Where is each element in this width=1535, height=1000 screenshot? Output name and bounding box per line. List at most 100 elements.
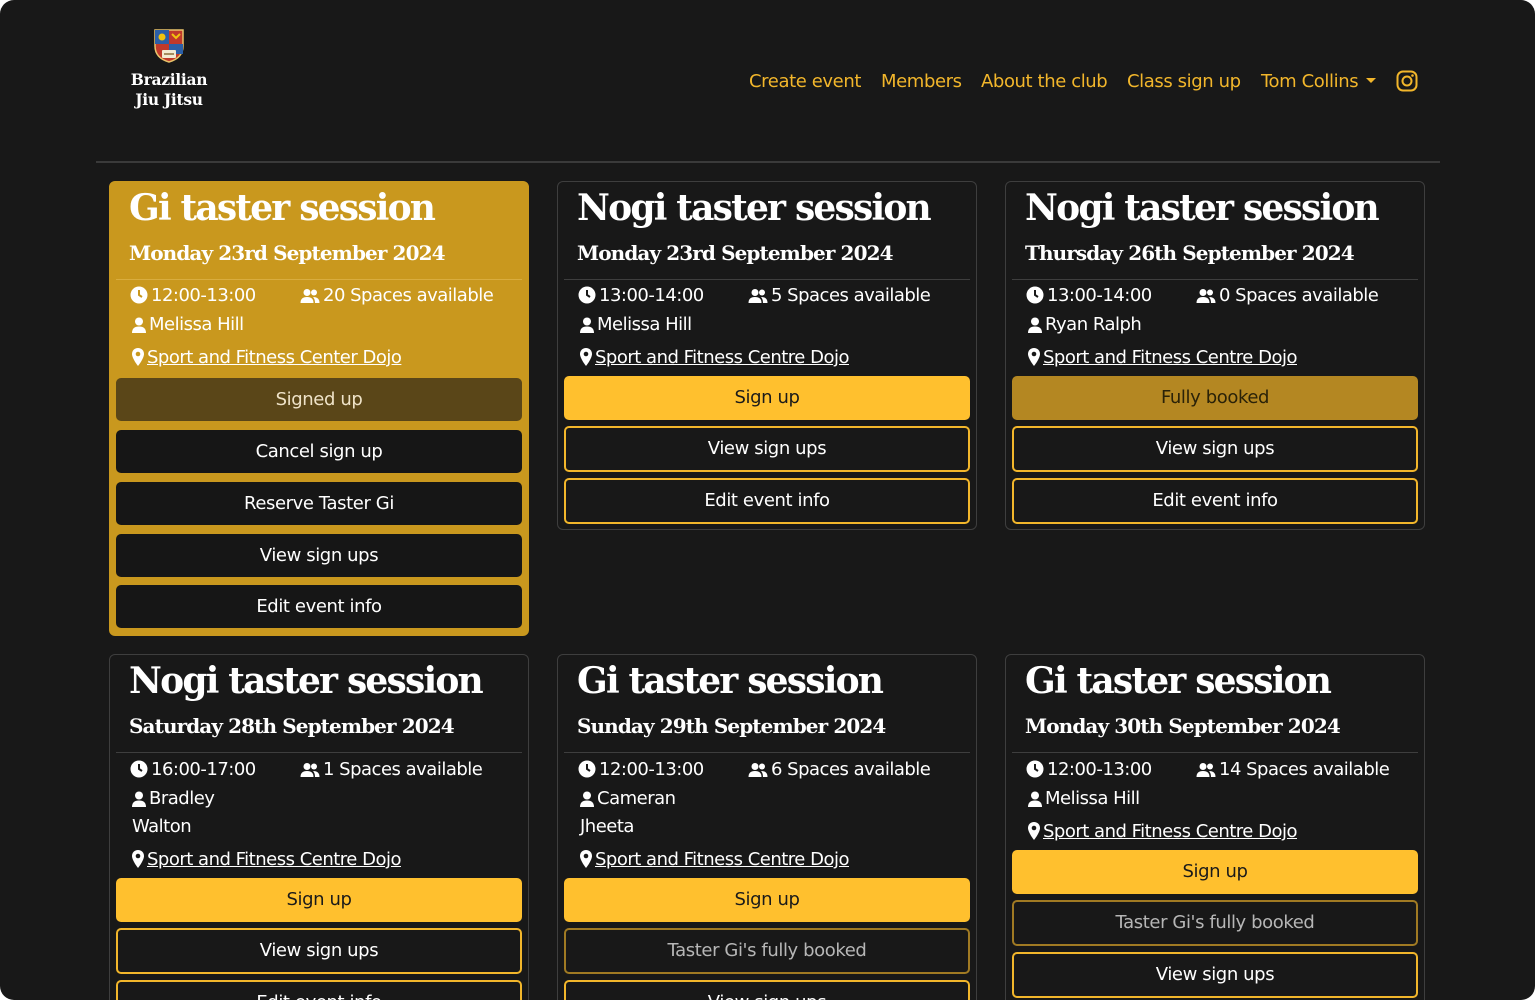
event-time-text: 12:00-13:00 (1047, 759, 1152, 780)
event-date: Sunday 29th September 2024 (577, 714, 886, 738)
view-sign-ups-button[interactable]: View sign ups (1012, 426, 1418, 472)
user-icon (1028, 791, 1042, 807)
signed-up-button[interactable]: Signed up (116, 378, 522, 421)
nav-members[interactable]: Members (881, 68, 962, 96)
event-location-link[interactable]: Sport and Fitness Centre Dojo (595, 347, 850, 368)
map-pin-icon (580, 348, 592, 366)
event-instructor-text: Melissa Hill (597, 314, 692, 335)
event-time: 16:00-17:00 (130, 756, 256, 784)
user-icon (580, 791, 594, 807)
event-spaces-text: 14 Spaces available (1219, 759, 1390, 780)
event-location-link[interactable]: Sport and Fitness Centre Dojo (1043, 347, 1298, 368)
edit-event-info-button[interactable]: Edit event info (116, 980, 522, 1000)
users-icon (748, 289, 768, 303)
event-spaces-text: 20 Spaces available (323, 285, 494, 306)
sign-up-button[interactable]: Sign up (564, 376, 970, 420)
event-spaces-text: 5 Spaces available (771, 285, 931, 306)
sign-up-button[interactable]: Sign up (116, 878, 522, 922)
event-instructor: Ryan Ralph (1028, 311, 1142, 339)
nav-create-event[interactable]: Create event (749, 68, 861, 96)
taster-gi-fully-booked-button[interactable]: Taster Gi's fully booked (564, 928, 970, 974)
crest-icon (154, 29, 184, 63)
event-title: Gi taster session (577, 660, 884, 702)
fully-booked-button[interactable]: Fully booked (1012, 376, 1418, 420)
user-icon (580, 317, 594, 333)
event-location: Sport and Fitness Centre Dojo (1028, 818, 1298, 846)
caret-down-icon (1366, 78, 1377, 83)
view-sign-ups-button[interactable]: View sign ups (564, 980, 970, 1000)
event-location: Sport and Fitness Centre Dojo (1028, 344, 1298, 372)
card-divider (1012, 279, 1418, 280)
event-card: Gi taster session Sunday 29th September … (557, 654, 977, 1000)
map-pin-icon (580, 850, 592, 868)
users-icon (300, 763, 320, 777)
edit-event-info-button[interactable]: Edit event info (564, 478, 970, 524)
view-sign-ups-button[interactable]: View sign ups (564, 426, 970, 472)
taster-gi-fully-booked-button[interactable]: Taster Gi's fully booked (1012, 900, 1418, 946)
event-time: 12:00-13:00 (130, 282, 256, 310)
user-menu-dropdown[interactable]: Tom Collins (1261, 68, 1377, 96)
card-divider (116, 752, 522, 753)
reserve-taster-gi-button[interactable]: Reserve Taster Gi (116, 482, 522, 525)
event-spaces-text: 0 Spaces available (1219, 285, 1379, 306)
view-sign-ups-button[interactable]: View sign ups (1012, 952, 1418, 998)
event-instructor: Melissa Hill (580, 311, 692, 339)
user-menu-label: Tom Collins (1261, 71, 1359, 92)
card-divider (1012, 752, 1418, 753)
map-pin-icon (1028, 822, 1040, 840)
header-divider (96, 161, 1440, 163)
event-spaces-text: 6 Spaces available (771, 759, 931, 780)
event-time-text: 12:00-13:00 (599, 759, 704, 780)
sign-up-button[interactable]: Sign up (1012, 850, 1418, 894)
event-location-link[interactable]: Sport and Fitness Centre Dojo (147, 849, 402, 870)
event-instructor: Bradley Walton (132, 785, 242, 841)
event-title: Gi taster session (129, 187, 436, 229)
view-sign-ups-button[interactable]: View sign ups (116, 534, 522, 577)
edit-event-info-button[interactable]: Edit event info (1012, 478, 1418, 524)
nav-about-the-club[interactable]: About the club (981, 68, 1108, 96)
event-time-text: 12:00-13:00 (151, 285, 256, 306)
nav-class-sign-up[interactable]: Class sign up (1127, 68, 1241, 96)
event-spaces: 14 Spaces available (1196, 756, 1390, 784)
card-divider (564, 752, 970, 753)
event-location-link[interactable]: Sport and Fitness Centre Dojo (595, 849, 850, 870)
event-instructor: Melissa Hill (132, 311, 244, 339)
event-location-link[interactable]: Sport and Fitness Centre Dojo (1043, 821, 1298, 842)
sign-up-button[interactable]: Sign up (564, 878, 970, 922)
event-card: Gi taster session Monday 30th September … (1005, 654, 1425, 1000)
card-divider (116, 279, 522, 280)
event-card: Nogi taster session Monday 23rd Septembe… (557, 181, 977, 530)
instagram-icon[interactable] (1396, 70, 1418, 92)
users-icon (1196, 763, 1216, 777)
user-icon (1028, 317, 1042, 333)
event-date: Monday 30th September 2024 (1025, 714, 1341, 738)
event-date: Monday 23rd September 2024 (129, 241, 446, 265)
edit-event-info-button[interactable]: Edit event info (116, 585, 522, 628)
cancel-sign-up-button[interactable]: Cancel sign up (116, 430, 522, 473)
event-location: Sport and Fitness Centre Dojo (132, 846, 402, 874)
event-time: 13:00-14:00 (578, 282, 704, 310)
event-title: Nogi taster session (1025, 187, 1380, 229)
event-spaces: 0 Spaces available (1196, 282, 1379, 310)
event-instructor-text: Ryan Ralph (1045, 314, 1142, 335)
event-location: Sport and Fitness Centre Dojo (580, 846, 850, 874)
event-date: Monday 23rd September 2024 (577, 241, 894, 265)
event-location: Sport and Fitness Centre Dojo (580, 344, 850, 372)
event-title: Nogi taster session (577, 187, 932, 229)
users-icon (1196, 289, 1216, 303)
clock-icon (578, 760, 596, 778)
event-location-link[interactable]: Sport and Fitness Center Dojo (147, 347, 402, 368)
event-card: Nogi taster session Saturday 28th Septem… (109, 654, 529, 1000)
users-icon (300, 289, 320, 303)
event-date: Thursday 26th September 2024 (1025, 241, 1355, 265)
map-pin-icon (132, 850, 144, 868)
event-card: Nogi taster session Thursday 26th Septem… (1005, 181, 1425, 530)
event-time: 12:00-13:00 (1026, 756, 1152, 784)
user-icon (132, 791, 146, 807)
view-sign-ups-button[interactable]: View sign ups (116, 928, 522, 974)
event-title: Nogi taster session (129, 660, 484, 702)
clock-icon (130, 760, 148, 778)
event-instructor-text: Melissa Hill (1045, 788, 1140, 809)
event-instructor-text: Cameran Jheeta (580, 788, 676, 837)
event-time-text: 13:00-14:00 (599, 285, 704, 306)
